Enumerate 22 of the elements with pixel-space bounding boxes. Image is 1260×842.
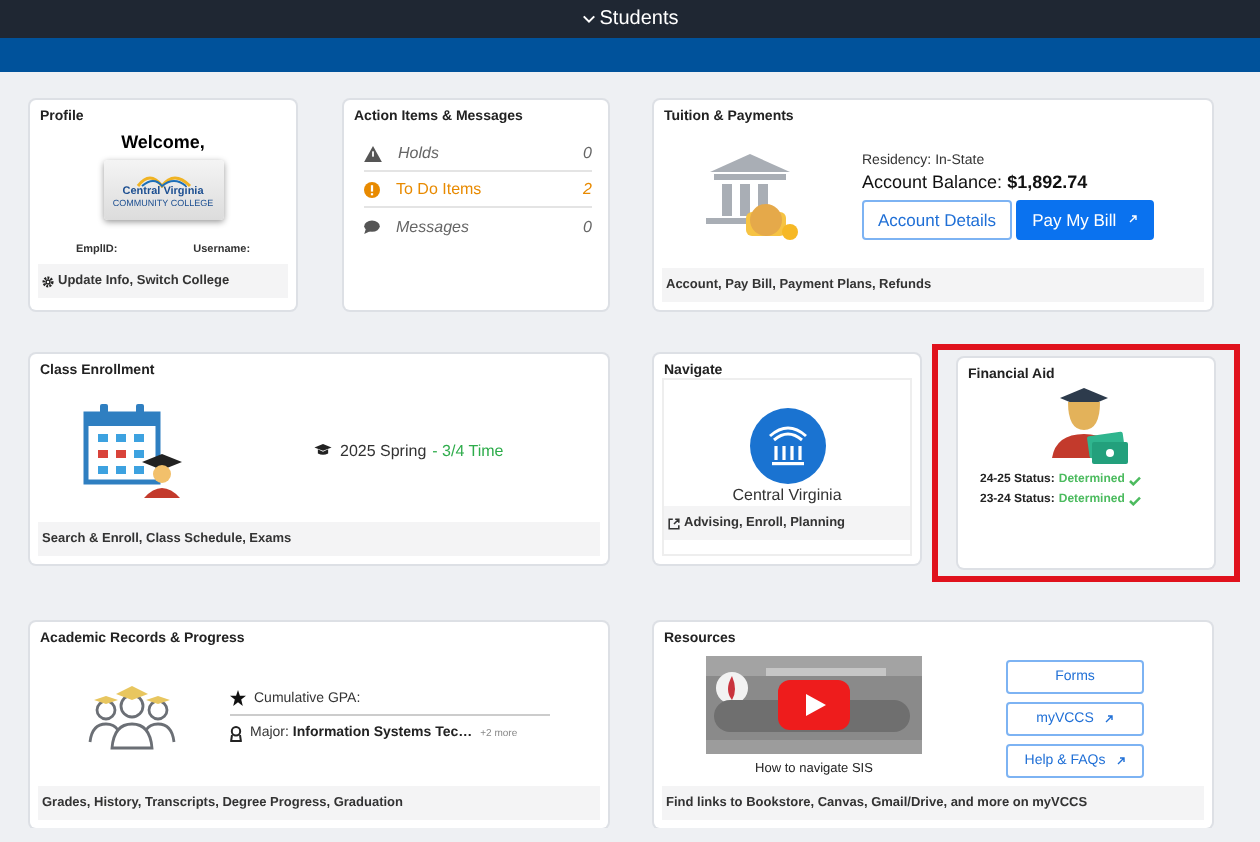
external-link-icon [668, 517, 680, 529]
alert-icon [364, 181, 380, 197]
account-balance-text: Account Balance: $1,892.74 [862, 171, 1090, 191]
welcome-text: Welcome, [119, 132, 207, 152]
gear-icon [42, 275, 54, 287]
tuition-button[interactable]: Account Details [862, 199, 1013, 239]
term-text: 2025 Spring [340, 441, 427, 459]
university-building-icon [749, 408, 825, 484]
warning-icon [364, 145, 382, 161]
calendar-student-icon [82, 402, 182, 498]
enrollment-load-text: - 3/4 Time [432, 441, 504, 459]
graduates-group-icon [86, 682, 178, 750]
menu-title[interactable]: Students [581, 8, 679, 30]
action-item[interactable]: Holds 0 [364, 136, 592, 172]
chevron-down-icon [581, 14, 596, 24]
chat-bubble-icon [364, 219, 380, 233]
action-item[interactable]: Messages 0 [364, 208, 592, 244]
graduation-cap-icon [314, 444, 332, 456]
bank-with-coins-icon [706, 151, 802, 241]
star-icon [230, 690, 246, 706]
navigate-caption: Central Virginia [732, 486, 842, 504]
tuition-button[interactable]: Pay My Bill [1016, 199, 1155, 239]
